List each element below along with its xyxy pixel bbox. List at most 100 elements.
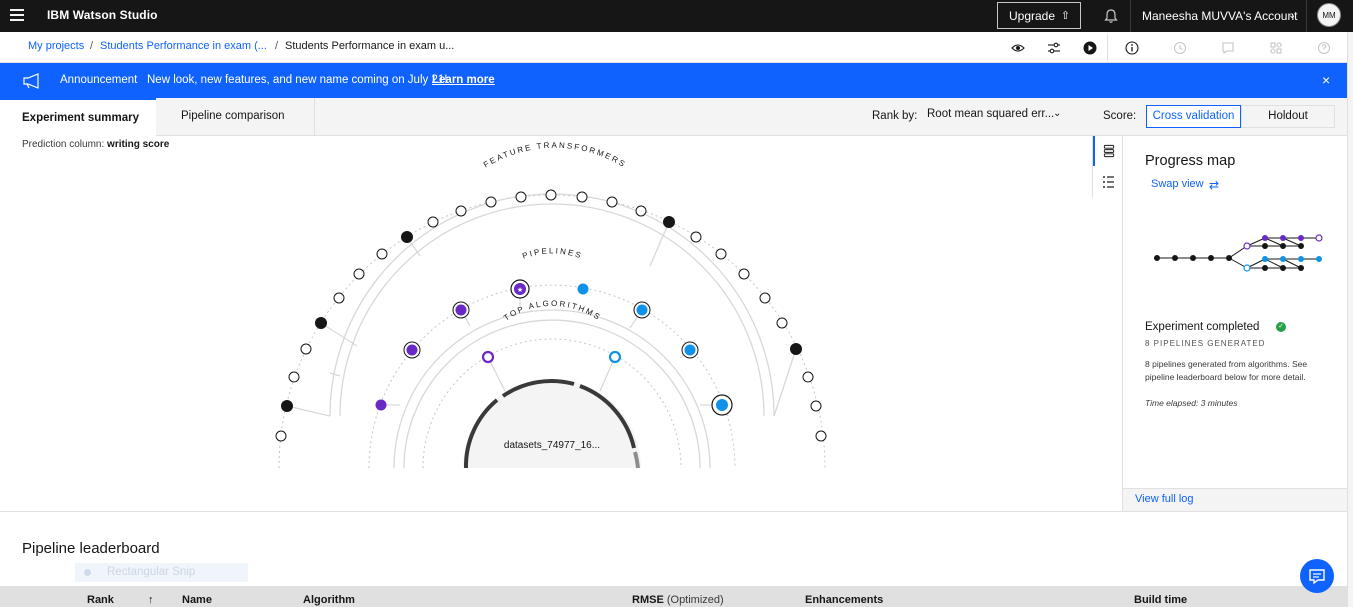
transformer-node[interactable]	[300, 343, 312, 355]
column-rank[interactable]: Rank	[87, 594, 114, 606]
column-rmse-suffix: (Optimized)	[666, 594, 724, 606]
transformer-node[interactable]	[545, 189, 557, 201]
top-algorithms-ring-text: TOP ALGORITHMS	[502, 299, 601, 323]
transformer-node[interactable]	[275, 430, 287, 442]
transformer-node[interactable]	[790, 343, 802, 355]
pipeline-node[interactable]	[577, 283, 589, 295]
column-algorithm[interactable]: Algorithm	[303, 594, 355, 606]
transformer-node[interactable]	[738, 268, 750, 280]
page-scrollbar[interactable]	[1347, 32, 1353, 607]
breadcrumb-my-projects[interactable]: My projects	[28, 40, 84, 52]
feature-transformers-ring-label: FEATURE TRANSFORMERS	[482, 141, 628, 170]
product-name[interactable]: IBM Watson Studio	[47, 8, 158, 22]
tab-pipeline-comparison[interactable]: Pipeline comparison	[157, 98, 315, 136]
pipeline-node[interactable]	[455, 304, 467, 316]
transformer-node[interactable]	[376, 248, 388, 260]
transformer-node[interactable]	[815, 430, 827, 442]
help-icon[interactable]	[1317, 41, 1331, 55]
snip-dot-icon	[84, 569, 91, 576]
upgrade-button[interactable]: Upgrade ⇧	[997, 2, 1081, 29]
transformer-node[interactable]	[606, 196, 618, 208]
breadcrumb-project[interactable]: Students Performance in exam (...	[100, 40, 267, 52]
pipeline-node[interactable]	[406, 344, 418, 356]
transformer-node[interactable]	[288, 371, 300, 383]
score-label: Score:	[1103, 110, 1137, 122]
tab-experiment-summary[interactable]: Experiment summary	[0, 98, 156, 136]
chat-button[interactable]	[1300, 559, 1334, 593]
user-avatar[interactable]: MM	[1317, 3, 1341, 27]
transformer-node[interactable]	[576, 191, 588, 203]
column-enhancements[interactable]: Enhancements	[805, 594, 883, 606]
run-play-icon[interactable]	[1083, 41, 1097, 55]
announcement-message: New look, new features, and new name com…	[147, 74, 448, 86]
transformer-node[interactable]	[353, 268, 365, 280]
topbar-divider	[1130, 0, 1131, 32]
transformer-node[interactable]	[281, 400, 293, 412]
progress-map-panel: Progress map Swap view ⇄ Experiment comp…	[1122, 136, 1348, 511]
pipeline-node[interactable]	[636, 304, 648, 316]
checkmark-icon: ✓	[1276, 322, 1286, 332]
transformer-node[interactable]	[455, 205, 467, 217]
chevron-down-icon[interactable]: ⌄	[1288, 10, 1296, 21]
comment-icon[interactable]	[1221, 41, 1235, 55]
notification-bell-icon[interactable]	[1103, 8, 1119, 24]
close-icon[interactable]: ×	[1322, 72, 1330, 88]
column-name[interactable]: Name	[182, 594, 212, 606]
feature-transformers-ring-text: FEATURE TRANSFORMERS	[482, 141, 626, 170]
score-cross-validation-button[interactable]: Cross validation	[1146, 105, 1241, 128]
swap-view-link[interactable]: Swap view	[1151, 178, 1204, 190]
column-rmse[interactable]: RMSE (Optimized)	[632, 594, 724, 606]
transformer-node[interactable]	[759, 292, 771, 304]
algorithm-node[interactable]	[608, 350, 622, 364]
rank-by-dropdown[interactable]: Root mean squared err...	[927, 108, 1054, 120]
column-rmse-label: RMSE	[632, 594, 664, 606]
account-switcher[interactable]: Maneesha MUVVA's Account	[1142, 9, 1297, 23]
section-divider	[0, 511, 1347, 512]
column-build-time[interactable]: Build time	[1134, 594, 1187, 606]
top-algorithms-ring-label: TOP ALGORITHMS	[502, 299, 603, 323]
view-full-log-link[interactable]: View full log	[1135, 493, 1194, 505]
transformer-node[interactable]	[515, 191, 527, 203]
star-icon: ★	[517, 286, 523, 294]
chevron-down-icon[interactable]: ⌄	[1053, 108, 1061, 119]
hamburger-menu-icon[interactable]	[10, 9, 24, 23]
transformer-node[interactable]	[690, 231, 702, 243]
transformer-node[interactable]	[315, 317, 327, 329]
transformer-node[interactable]	[810, 400, 822, 412]
pipeline-node[interactable]	[684, 344, 696, 356]
dataset-hub[interactable]	[463, 379, 641, 468]
history-icon[interactable]	[1173, 41, 1187, 55]
learn-more-link[interactable]: Learn more	[432, 74, 495, 86]
settings-sliders-icon[interactable]	[1047, 41, 1061, 55]
megaphone-icon	[23, 73, 39, 89]
transformer-node[interactable]	[635, 205, 647, 217]
score-holdout-button[interactable]: Holdout	[1241, 105, 1335, 128]
topbar-divider	[1306, 0, 1307, 32]
dataset-name: datasets_74977_16...	[504, 440, 600, 451]
upgrade-label: Upgrade	[1009, 9, 1056, 23]
algorithm-node[interactable]	[481, 350, 495, 364]
pipelines-ring-label: PIPELINES	[521, 246, 584, 260]
transformer-node[interactable]	[401, 231, 413, 243]
pipeline-node[interactable]	[375, 399, 387, 411]
transformer-node[interactable]	[802, 371, 814, 383]
transformer-node[interactable]	[663, 216, 675, 228]
swap-arrows-icon[interactable]: ⇄	[1209, 178, 1219, 192]
progress-map-diagram	[1154, 234, 1323, 272]
breadcrumb-current-experiment: Students Performance in exam u...	[285, 40, 455, 52]
assets-icon[interactable]	[1269, 41, 1283, 55]
transformer-node[interactable]	[485, 196, 497, 208]
info-icon[interactable]	[1125, 41, 1139, 55]
time-elapsed: Time elapsed: 3 minutes	[1145, 398, 1238, 408]
transformer-node[interactable]	[715, 248, 727, 260]
sort-arrow-icon[interactable]: ↑	[148, 594, 154, 606]
pipeline-node[interactable]	[716, 399, 728, 411]
database-view-icon[interactable]	[1093, 136, 1123, 166]
upgrade-arrow-icon: ⇧	[1060, 10, 1070, 22]
transformer-node[interactable]	[427, 216, 439, 228]
leaderboard-table-header: Rank ↑ Name Algorithm RMSE (Optimized) E…	[0, 586, 1347, 607]
transformer-node[interactable]	[333, 292, 345, 304]
eye-icon[interactable]	[1011, 41, 1025, 55]
transformer-node[interactable]	[776, 317, 788, 329]
list-view-icon[interactable]	[1093, 166, 1123, 196]
